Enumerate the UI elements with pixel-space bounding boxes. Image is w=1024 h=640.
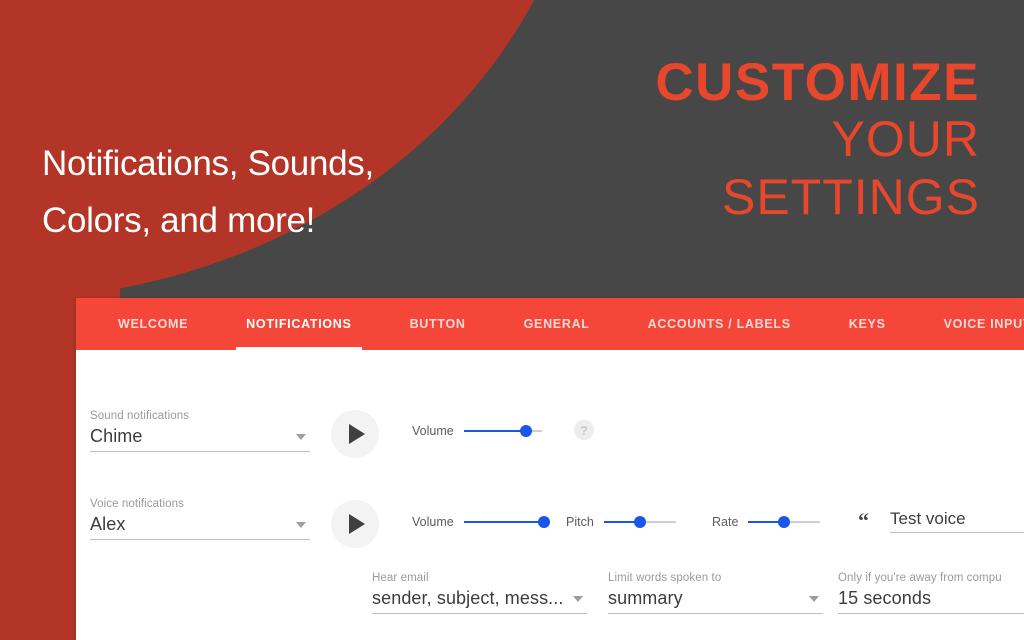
- headline-line-2: YOUR: [831, 111, 980, 168]
- limit-words-value: summary: [608, 588, 683, 608]
- chevron-down-icon: [296, 522, 306, 528]
- tab-bar: WELCOME NOTIFICATIONS BUTTON GENERAL ACC…: [76, 298, 1024, 350]
- voice-volume-slider[interactable]: [463, 514, 550, 530]
- voice-rate-label: Rate: [712, 515, 739, 529]
- hero-banner: Notifications, Sounds, Colors, and more!…: [0, 0, 1024, 300]
- settings-content: Sound notifications Chime Volume ? Voice…: [76, 350, 1024, 640]
- sound-notifications-select[interactable]: Chime: [90, 422, 310, 452]
- tab-label: BUTTON: [409, 317, 466, 331]
- sound-volume-slider-group[interactable]: Volume: [412, 423, 542, 439]
- voice-notifications-label: Voice notifications: [90, 498, 184, 510]
- limit-words-field[interactable]: Limit words spoken to summary: [608, 572, 823, 614]
- tab-label: KEYS: [848, 317, 886, 331]
- slider-fill: [463, 430, 527, 432]
- hero-tagline: Notifications, Sounds, Colors, and more!: [42, 144, 374, 240]
- chevron-down-icon: [296, 434, 306, 440]
- tab-keys[interactable]: KEYS: [831, 298, 904, 350]
- tab-label: NOTIFICATIONS: [246, 317, 352, 331]
- play-voice-button[interactable]: [331, 500, 379, 548]
- limit-words-select[interactable]: summary: [608, 584, 823, 614]
- sound-volume-label: Volume: [412, 424, 454, 438]
- tab-welcome[interactable]: WELCOME: [100, 298, 206, 350]
- sound-notifications-label: Sound notifications: [90, 410, 190, 422]
- tab-voice-input[interactable]: VOICE INPUT: [926, 298, 1024, 350]
- sound-volume-slider[interactable]: [463, 423, 542, 439]
- tab-notifications[interactable]: NOTIFICATIONS: [228, 298, 369, 350]
- headline-line-3: SETTINGS: [721, 168, 980, 225]
- voice-rate-slider[interactable]: [748, 514, 821, 530]
- slider-fill: [463, 521, 544, 523]
- chevron-down-icon: [573, 596, 583, 602]
- hear-email-field[interactable]: Hear email sender, subject, mess...: [372, 572, 587, 614]
- voice-volume-slider-group[interactable]: Volume: [412, 514, 550, 530]
- quote-icon: “: [858, 508, 869, 533]
- voice-notifications-value: Alex: [90, 514, 126, 534]
- slider-knob[interactable]: [633, 516, 646, 528]
- voice-notifications-select[interactable]: Alex: [90, 510, 310, 540]
- slider-knob[interactable]: [778, 516, 791, 528]
- voice-volume-label: Volume: [412, 515, 454, 529]
- tab-label: WELCOME: [118, 317, 189, 331]
- tab-label: VOICE INPUT: [943, 317, 1024, 331]
- help-icon[interactable]: ?: [574, 420, 594, 440]
- hero-headline: CUSTOMIZE YOUR SETTINGS: [655, 53, 980, 226]
- sound-notifications-value: Chime: [90, 426, 143, 446]
- test-voice-value: Test voice: [890, 508, 966, 528]
- tab-accounts-labels[interactable]: ACCOUNTS / LABELS: [630, 298, 809, 350]
- tab-label: GENERAL: [523, 317, 590, 331]
- left-red-rail: [0, 296, 76, 640]
- voice-pitch-label: Pitch: [566, 515, 594, 529]
- away-delay-label: Only if you're away from compu: [838, 572, 1002, 584]
- tab-button[interactable]: BUTTON: [392, 298, 484, 350]
- hear-email-label: Hear email: [372, 572, 429, 584]
- settings-panel: WELCOME NOTIFICATIONS BUTTON GENERAL ACC…: [76, 298, 1024, 640]
- slider-knob[interactable]: [537, 516, 550, 528]
- away-delay-input[interactable]: 15 seconds: [838, 584, 1024, 614]
- headline-line-1: CUSTOMIZE: [655, 53, 980, 112]
- voice-notifications-field[interactable]: Voice notifications Alex: [90, 498, 310, 540]
- limit-words-label: Limit words spoken to: [608, 572, 722, 584]
- test-voice-input[interactable]: Test voice: [890, 505, 1024, 533]
- away-delay-value: 15 seconds: [838, 588, 932, 608]
- away-delay-field[interactable]: Only if you're away from compu 15 second…: [838, 572, 1024, 614]
- play-icon: [349, 514, 365, 534]
- voice-rate-slider-group[interactable]: Rate: [712, 514, 821, 530]
- chevron-down-icon: [809, 596, 819, 602]
- slider-knob[interactable]: [520, 425, 533, 437]
- tab-general[interactable]: GENERAL: [506, 298, 608, 350]
- voice-pitch-slider[interactable]: [603, 514, 676, 530]
- hear-email-value: sender, subject, mess...: [372, 588, 564, 608]
- voice-pitch-slider-group[interactable]: Pitch: [566, 514, 676, 530]
- tab-label: ACCOUNTS / LABELS: [647, 317, 791, 331]
- play-sound-button[interactable]: [331, 410, 379, 458]
- play-icon: [349, 424, 365, 444]
- sound-notifications-field[interactable]: Sound notifications Chime: [90, 410, 310, 452]
- hear-email-select[interactable]: sender, subject, mess...: [372, 584, 587, 614]
